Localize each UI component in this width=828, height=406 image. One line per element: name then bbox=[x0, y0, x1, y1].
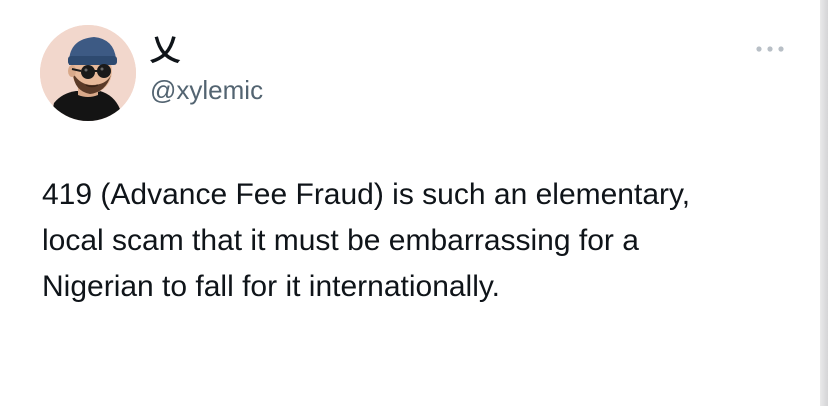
avatar[interactable] bbox=[40, 25, 136, 121]
user-handle[interactable]: @xylemic bbox=[150, 74, 263, 106]
tweet-text: 419 (Advance Fee Fraud) is such an eleme… bbox=[42, 178, 691, 303]
window-edge bbox=[820, 0, 828, 406]
tweet-card: 乂 @xylemic 419 (Advance Fee Fraud) is su… bbox=[0, 0, 828, 406]
more-horizontal-icon bbox=[756, 46, 784, 52]
avatar-portrait-icon bbox=[40, 25, 136, 121]
display-name[interactable]: 乂 bbox=[150, 34, 180, 68]
more-options-button[interactable] bbox=[752, 36, 788, 62]
